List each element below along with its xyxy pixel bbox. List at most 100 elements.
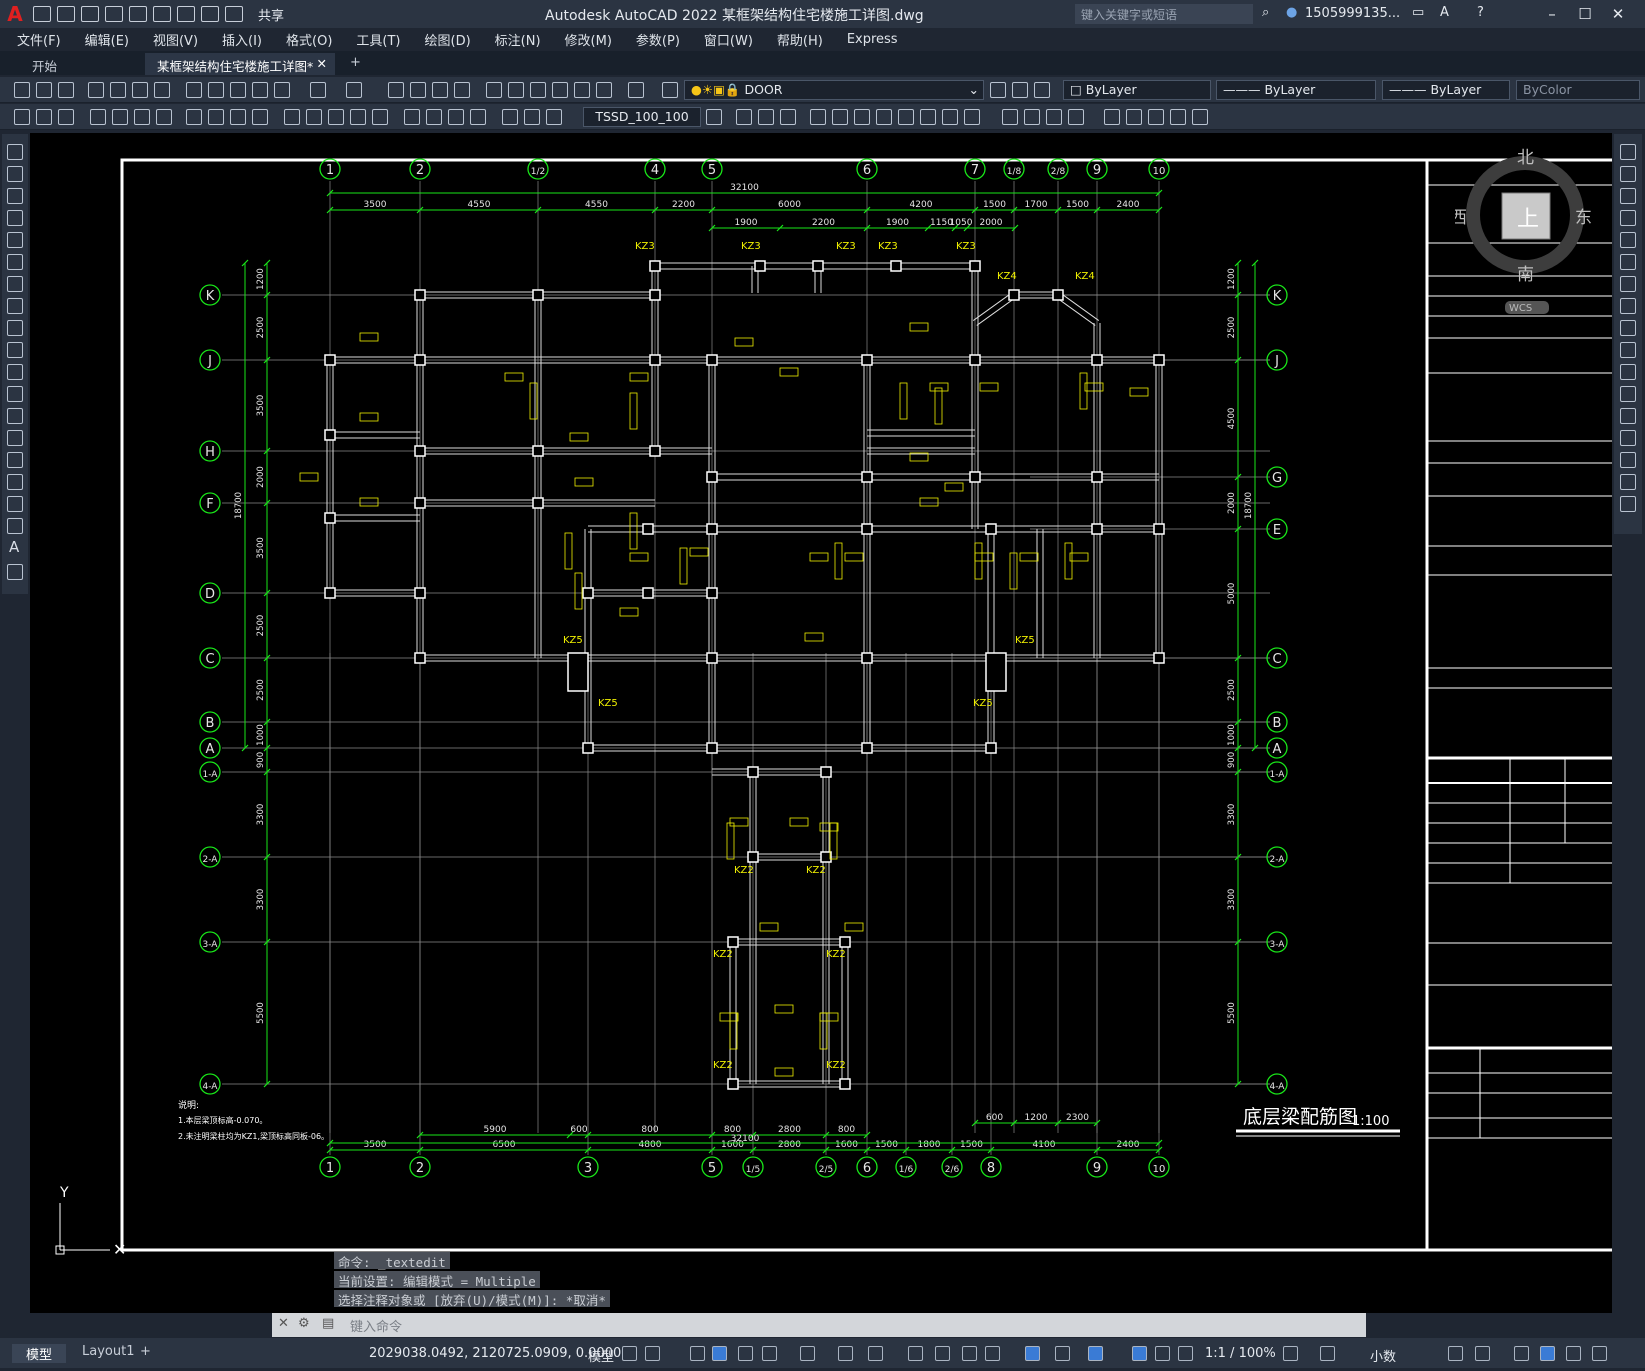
isolate-objects-icon[interactable] [1514,1346,1529,1361]
circle-icon[interactable] [7,276,23,292]
plot-icon[interactable] [88,82,104,98]
make-block-icon[interactable] [7,408,23,424]
preview-icon[interactable] [110,82,126,98]
tab-start[interactable]: 开始 [20,53,69,75]
auto-scale-icon[interactable] [1155,1346,1170,1361]
tab-layout1[interactable]: Layout1 [72,1344,144,1359]
tssd-icon-6[interactable] [854,109,870,125]
undo-icon[interactable] [310,82,326,98]
minimize-button[interactable]: – [1537,2,1567,26]
add-selected-icon[interactable] [7,564,23,580]
lineweight-dropdown[interactable]: ——— ByLayer [1382,80,1510,100]
erase-icon[interactable] [1620,144,1636,160]
annotation-scale-icon[interactable] [1178,1346,1193,1361]
redo-icon[interactable] [346,82,362,98]
explode-icon[interactable] [1620,496,1636,512]
cart-icon[interactable]: ▭ [1412,5,1424,20]
tssd-icon-8[interactable] [898,109,914,125]
match-prop-icon[interactable] [252,82,268,98]
point-icon[interactable] [7,430,23,446]
layer-properties-icon[interactable] [662,82,678,98]
copy-icon[interactable] [208,82,224,98]
maximize-button[interactable]: ☐ [1570,2,1600,26]
layer-dropdown[interactable]: ●☀▣🔒 DOOR ⌄ [684,80,984,100]
menu-modify[interactable]: 修改(M) [565,30,612,49]
pan-icon[interactable] [388,82,404,98]
aligned-dim-icon[interactable] [112,109,128,125]
tssd-icon-2[interactable] [758,109,774,125]
linear-dim-icon[interactable] [90,109,106,125]
tab-close-icon[interactable]: ✕ [317,56,327,71]
inspection-icon[interactable] [448,109,464,125]
break-point-icon[interactable] [1620,386,1636,402]
layer-previous-icon[interactable] [1012,82,1028,98]
zoom-realtime-icon[interactable] [410,82,426,98]
dynamic-input-icon[interactable] [712,1346,727,1361]
baseline-dim-icon[interactable] [306,109,322,125]
isodraft-icon[interactable] [800,1346,815,1361]
center-mark-icon[interactable] [426,109,442,125]
workspace-gear-icon[interactable] [1283,1346,1298,1361]
menu-parametric[interactable]: 参数(P) [636,30,680,49]
tssd-icon-19[interactable] [1170,109,1186,125]
close-button[interactable]: ✕ [1603,2,1633,26]
help-icon[interactable]: ? [1477,5,1484,20]
menu-tools[interactable]: 工具(T) [356,30,400,49]
tool-icon-3[interactable] [58,109,74,125]
add-layout-icon[interactable]: + [140,1344,151,1359]
cut-icon[interactable] [186,82,202,98]
dim-update-icon[interactable] [546,109,562,125]
dim-edit-icon[interactable] [502,109,518,125]
customization-icon[interactable] [1592,1346,1607,1361]
block-editor-icon[interactable] [274,82,290,98]
infer-icon[interactable] [690,1346,705,1361]
sheet-set-icon[interactable] [552,82,568,98]
layer-state-icon[interactable] [1034,82,1050,98]
coordinate-readout[interactable]: 2029038.0492, 2120725.0909, 0.0000 [369,1346,621,1361]
command-input[interactable]: 键入命令 [350,1316,402,1335]
compass-west[interactable]: 西 [1450,208,1467,228]
share-button[interactable]: 共享 [258,5,284,24]
quick-dim-icon[interactable] [284,109,300,125]
linetype-dropdown[interactable]: ——— ByLayer [1216,80,1376,100]
plot-icon[interactable] [177,6,195,22]
annotation-scale-value[interactable]: 1:1 / 100% [1205,1346,1276,1361]
ordinate-dim-icon[interactable] [156,109,172,125]
radius-dim-icon[interactable] [186,109,202,125]
copy-object-icon[interactable] [1620,166,1636,182]
plotstyle-dropdown[interactable]: ByColor [1516,80,1640,100]
menu-format[interactable]: 格式(O) [286,30,332,49]
dynamic-ucs-icon[interactable] [1025,1346,1040,1361]
spline-icon[interactable] [7,320,23,336]
tab-active-drawing[interactable]: 某框架结构住宅楼施工详图* ✕ [145,53,335,75]
qnew-icon[interactable] [14,82,30,98]
compass-east[interactable]: 东 [1575,208,1592,228]
ellipse-icon[interactable] [7,342,23,358]
ellipse-arc-icon[interactable] [7,364,23,380]
tssd-icon-3[interactable] [780,109,796,125]
text-style-dropdown[interactable]: TSSD_100_100 [583,107,701,127]
tssd-icon-18[interactable] [1148,109,1164,125]
selection-cycling-icon[interactable] [962,1346,977,1361]
insert-block-icon[interactable] [7,386,23,402]
compass-north[interactable]: 北 [1517,148,1534,168]
tssd-icon-5[interactable] [832,109,848,125]
quick-properties-icon[interactable] [1448,1346,1463,1361]
transparency-icon[interactable] [935,1346,950,1361]
tool-palettes-icon[interactable] [530,82,546,98]
user-icon[interactable]: ● [1286,5,1297,20]
grid-icon[interactable] [622,1346,637,1361]
annotation-monitor-icon[interactable] [1320,1346,1335,1361]
save-icon[interactable] [58,82,74,98]
search-input[interactable]: 键入关键字或短语 [1075,4,1253,24]
diameter-dim-icon[interactable] [230,109,246,125]
tool-icon-2[interactable] [36,109,52,125]
construction-line-icon[interactable] [7,166,23,182]
publish-icon[interactable] [132,82,148,98]
a360-icon[interactable]: A [1440,5,1449,20]
dim-style-icon[interactable] [706,109,722,125]
selection-filter-icon[interactable] [1055,1346,1070,1361]
paste-icon[interactable] [230,82,246,98]
clean-screen-icon[interactable] [1566,1346,1581,1361]
search-icon[interactable]: ⌕ [1262,5,1269,20]
